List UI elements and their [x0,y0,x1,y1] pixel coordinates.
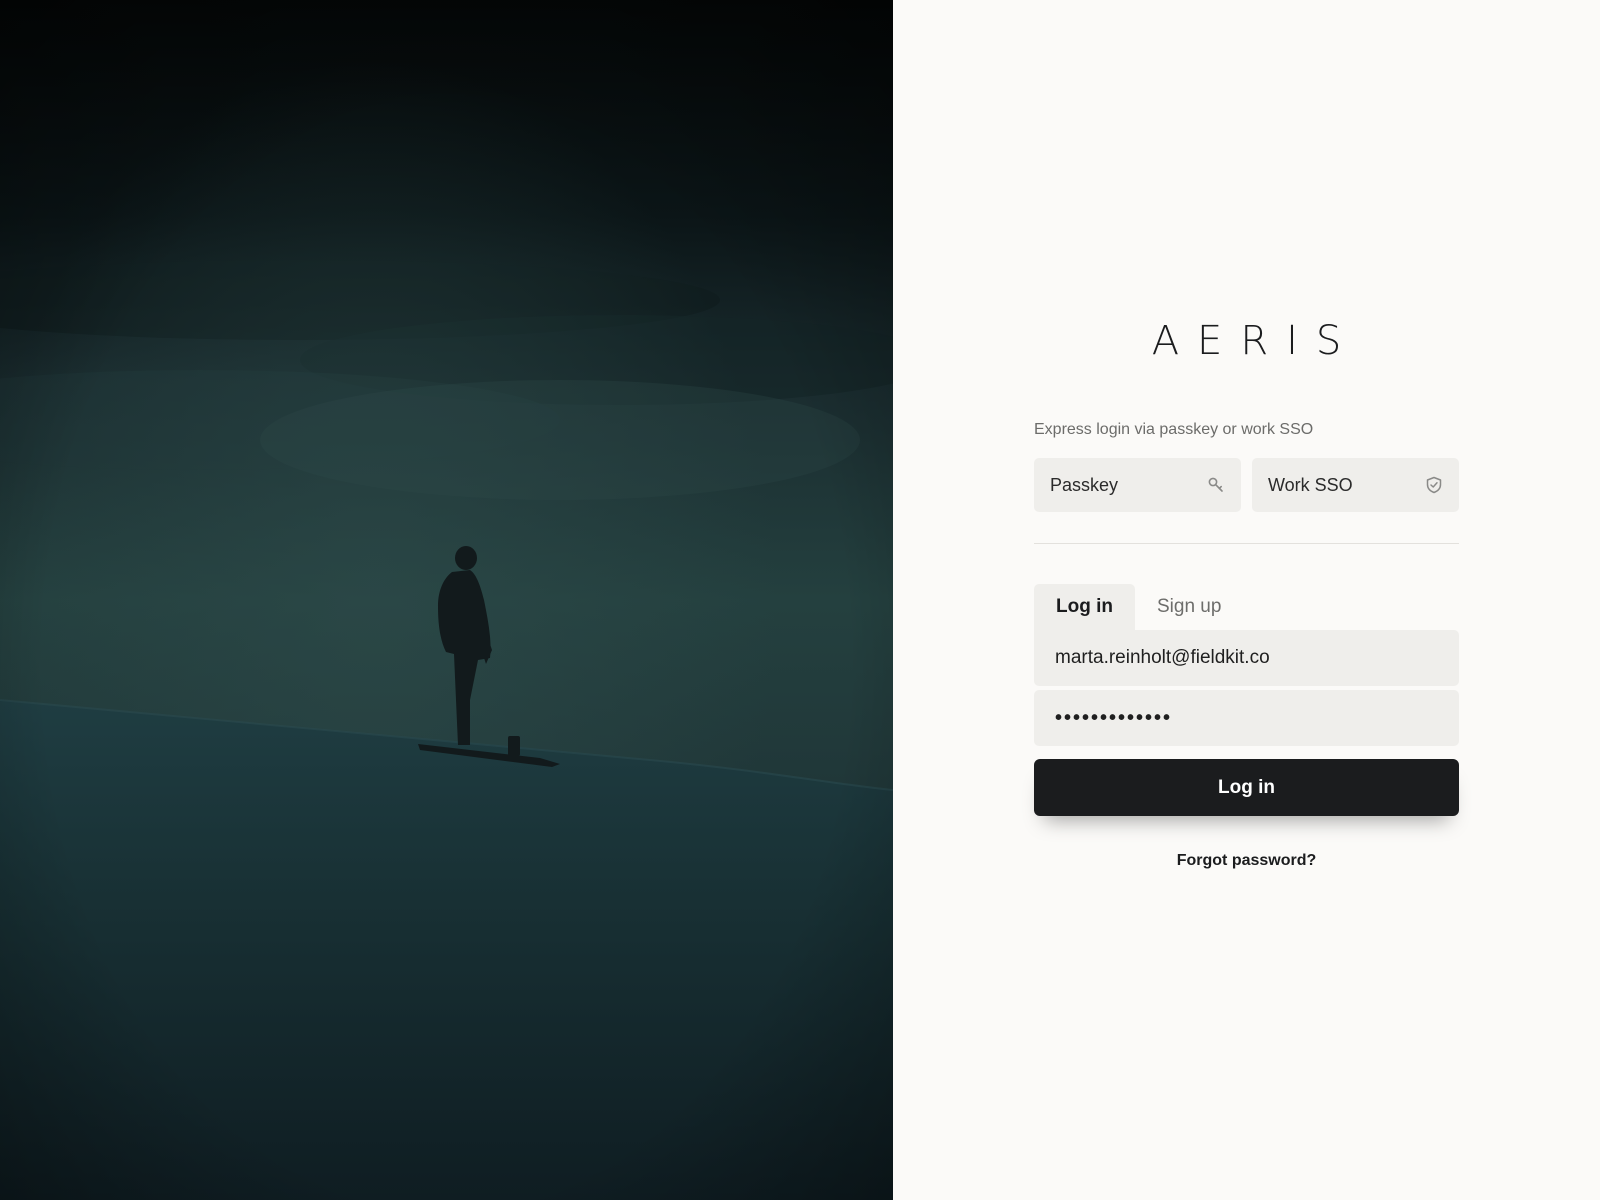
auth-tabs: Log in Sign up [1034,584,1459,630]
forgot-password-link[interactable]: Forgot password? [1034,852,1459,870]
tab-log-in[interactable]: Log in [1034,584,1135,630]
hero-photo [0,0,893,1200]
passkey-button-label: Passkey [1050,474,1119,495]
password-field[interactable]: ••••••••••••• [1034,690,1459,746]
email-field[interactable]: marta.reinholt@fieldkit.co [1034,630,1459,686]
shield-check-icon [1425,476,1443,494]
divider [1034,543,1459,544]
express-login-options: Passkey Work SSO [1034,458,1459,512]
log-in-button[interactable]: Log in [1034,759,1459,816]
passkey-button[interactable]: Passkey [1034,458,1241,512]
login-page: AERIS Express login via passkey or work … [0,0,1600,1200]
brand-logo: AERIS [1151,318,1360,364]
snowboarder-illustration [0,0,893,1200]
work-sso-button[interactable]: Work SSO [1252,458,1459,512]
login-form: Express login via passkey or work SSO Pa… [1034,418,1459,870]
work-sso-button-label: Work SSO [1268,474,1353,495]
key-icon [1207,476,1225,494]
tab-sign-up[interactable]: Sign up [1135,584,1243,630]
express-login-label: Express login via passkey or work SSO [1034,421,1314,438]
auth-panel: AERIS Express login via passkey or work … [893,0,1600,1200]
